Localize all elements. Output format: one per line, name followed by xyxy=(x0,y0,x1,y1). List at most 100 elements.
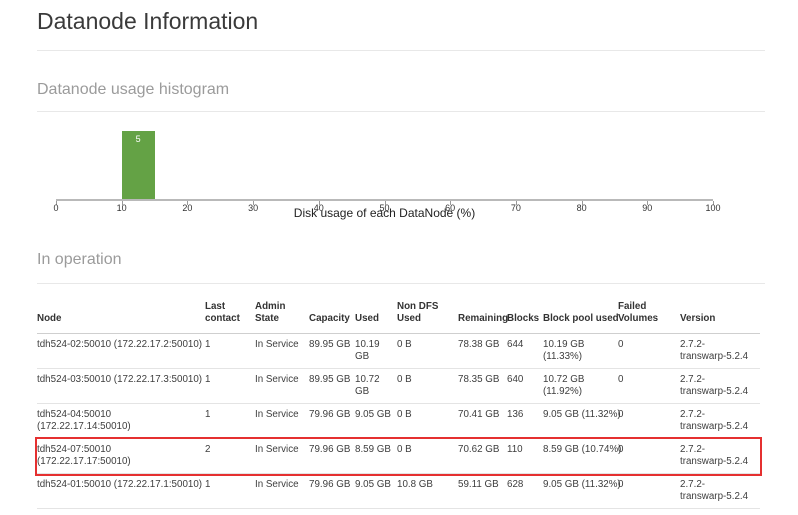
col-header-text: Version xyxy=(680,313,716,324)
cell-text: 2.7.2- xyxy=(680,444,706,455)
cell-text: 110 xyxy=(507,444,523,455)
cell-text: 2.7.2- xyxy=(680,479,706,490)
cell-text: 9.05 GB xyxy=(355,479,391,490)
cell-used: 10.72 GB xyxy=(355,368,397,404)
cell-text: In Service xyxy=(255,339,299,350)
cell-text: In Service xyxy=(255,409,299,420)
cell-text: 10.8 GB xyxy=(397,479,433,490)
cell-blocks: 640 xyxy=(507,368,543,404)
table-row: tdh524-01:50010 (172.22.17.1:50010) 1 In S… xyxy=(37,473,760,509)
cell-used: 8.59 GB xyxy=(355,438,397,474)
cell-last_contact: 1 xyxy=(205,368,255,404)
col-header-version: Version xyxy=(680,287,760,334)
cell-capacity: 79.96 GB xyxy=(309,403,355,439)
cell-block_pool_used: 9.05 GB (11.32%) xyxy=(543,473,621,509)
operation-section-heading: In operation xyxy=(37,251,122,268)
cell-version: 2.7.2- transwarp-5.2.4 xyxy=(680,403,760,439)
cell-text: In Service xyxy=(255,374,299,385)
col-header-text: Admin xyxy=(255,301,286,312)
table-row: tdh524-02:50010 (172.22.17.2:50010) 1 In S… xyxy=(37,333,760,369)
cell-text: transwarp-5.2.4 xyxy=(680,491,749,502)
cell-node: tdh524-03:50010 (172.22.17.3:50010) xyxy=(37,368,205,404)
col-header-text: Remaining xyxy=(458,313,509,324)
cell-text: (11.33%) xyxy=(543,351,583,362)
cell-last_contact: 1 xyxy=(205,333,255,369)
cell-remaining: 59.11 GB xyxy=(458,473,507,509)
col-header-text: Used xyxy=(355,313,379,324)
cell-text: 9.05 GB xyxy=(355,409,391,420)
cell-text: 10.72 GB xyxy=(543,374,585,385)
cell-text: 2.7.2- xyxy=(680,409,706,420)
x-axis-label: Disk usage of each DataNode (%) xyxy=(293,206,476,220)
cell-text: tdh524-02:50010 (172.22.17.2:50010) xyxy=(37,339,203,350)
divider xyxy=(37,283,765,284)
cell-text: 0 xyxy=(618,479,624,490)
cell-text: 89.95 GB xyxy=(309,339,351,350)
cell-failed_volumes: 0 xyxy=(618,403,680,439)
cell-text: transwarp-5.2.4 xyxy=(680,351,749,362)
cell-text: 79.96 GB xyxy=(309,479,351,490)
cell-admin_state: In Service xyxy=(255,438,309,474)
col-header-text: Capacity xyxy=(309,313,350,324)
cell-failed_volumes: 0 xyxy=(618,333,680,369)
cell-non_dfs_used: 0 B xyxy=(397,438,458,474)
cell-text: 0 B xyxy=(397,374,412,385)
cell-version: 2.7.2- transwarp-5.2.4 xyxy=(680,473,760,509)
cell-text: 79.96 GB xyxy=(309,409,351,420)
table-row: tdh524-03:50010 (172.22.17.3:50010) 1 In S… xyxy=(37,368,760,404)
cell-text: 59.11 GB xyxy=(458,479,499,490)
cell-text: 8.59 GB (10.74%) xyxy=(543,444,622,455)
bar-count-label: 5 xyxy=(135,134,141,144)
col-header-text: Used xyxy=(397,313,421,324)
cell-text: 79.96 GB xyxy=(309,444,351,455)
datanode-table-body: tdh524-02:50010 (172.22.17.2:50010) 1 In S… xyxy=(35,333,762,509)
col-header-text: State xyxy=(255,313,279,324)
cell-text: 136 xyxy=(507,409,524,420)
cell-text: 640 xyxy=(507,374,524,385)
cell-text: 2.7.2- xyxy=(680,374,706,385)
cell-text: In Service xyxy=(255,479,299,490)
col-header-text: Last xyxy=(205,301,226,312)
cell-admin_state: In Service xyxy=(255,473,309,509)
table-header-row: Node Last contact Admin State Capacity Used Non… xyxy=(37,287,760,334)
cell-text: 9.05 GB (11.32%) xyxy=(543,409,621,420)
cell-version: 2.7.2- transwarp-5.2.4 xyxy=(680,333,760,369)
col-header-failed_volumes: Failed Volumes xyxy=(618,287,680,334)
cell-last_contact: 2 xyxy=(205,438,255,474)
cell-used: 9.05 GB xyxy=(355,403,397,439)
cell-remaining: 78.38 GB xyxy=(458,333,507,369)
cell-node: tdh524-02:50010 (172.22.17.2:50010) xyxy=(37,333,205,369)
cell-text: 2 xyxy=(205,444,211,455)
col-header-used: Used xyxy=(355,287,397,334)
table-row: tdh524-04:50010 (172.22.17.14:50010) 1 In S… xyxy=(37,403,760,439)
cell-admin_state: In Service xyxy=(255,333,309,369)
cell-text: 78.35 GB xyxy=(458,374,500,385)
cell-text: 0 B xyxy=(397,409,412,420)
table-row-highlighted: tdh524-07:50010 (172.22.17.17:50010) 2 In S… xyxy=(35,436,762,476)
col-header-last_contact: Last contact xyxy=(205,287,255,334)
col-header-non_dfs_used: Non DFS Used xyxy=(397,287,458,334)
cell-text: 78.38 GB xyxy=(458,339,500,350)
cell-node: tdh524-07:50010 (172.22.17.17:50010) xyxy=(37,438,205,474)
cell-node: tdh524-01:50010 (172.22.17.1:50010) xyxy=(37,473,205,509)
cell-text: tdh524-03:50010 (172.22.17.3:50010) xyxy=(37,374,203,385)
cell-used: 10.19 GB xyxy=(355,333,397,369)
cell-text: GB xyxy=(355,386,370,397)
cell-text: 0 xyxy=(618,339,624,350)
cell-text: 644 xyxy=(507,339,524,350)
cell-blocks: 110 xyxy=(507,438,543,474)
cell-text: 1 xyxy=(205,479,211,490)
cell-capacity: 89.95 GB xyxy=(309,368,355,404)
cell-text: 1 xyxy=(205,374,211,385)
cell-capacity: 79.96 GB xyxy=(309,438,355,474)
cell-blocks: 628 xyxy=(507,473,543,509)
cell-text: 1 xyxy=(205,409,211,420)
cell-admin_state: In Service xyxy=(255,403,309,439)
cell-text: tdh524-07:50010 xyxy=(37,444,112,455)
cell-version: 2.7.2- transwarp-5.2.4 xyxy=(680,438,760,474)
cell-non_dfs_used: 10.8 GB xyxy=(397,473,458,509)
cell-text: 89.95 GB xyxy=(309,374,351,385)
cell-non_dfs_used: 0 B xyxy=(397,403,458,439)
cell-text: 1 xyxy=(205,339,211,350)
cell-version: 2.7.2- transwarp-5.2.4 xyxy=(680,368,760,404)
